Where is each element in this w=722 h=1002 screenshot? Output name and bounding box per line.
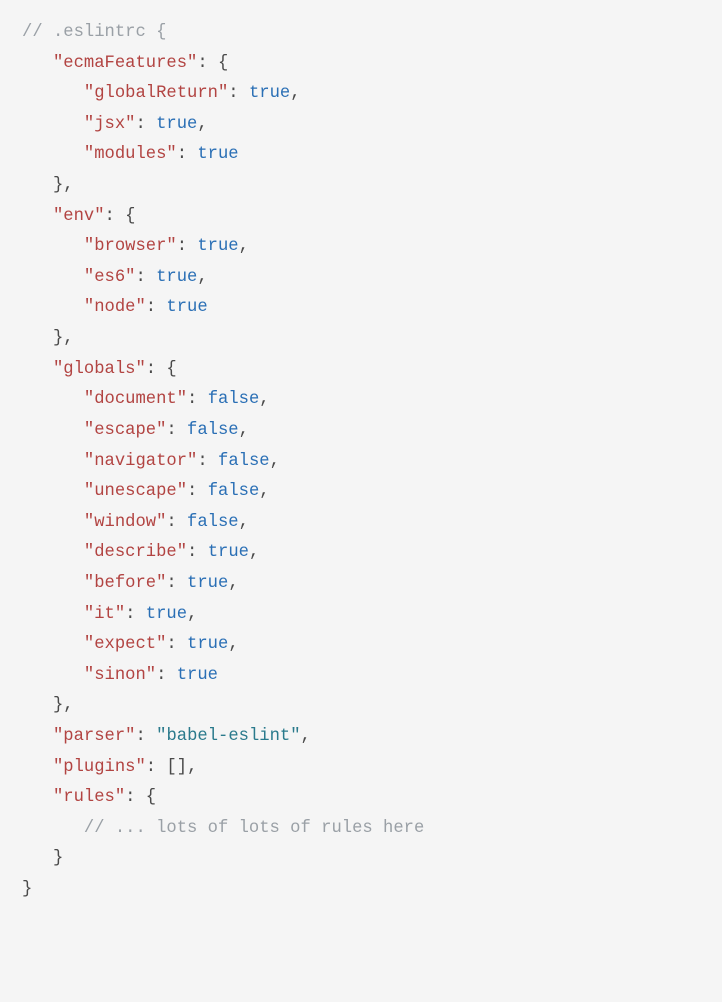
code-token: , <box>270 452 280 471</box>
code-token: "ecmaFeatures" <box>53 54 197 73</box>
code-token: : { <box>125 788 156 807</box>
code-token: , <box>228 574 238 593</box>
code-token: , <box>239 513 249 532</box>
code-token: }, <box>53 176 74 195</box>
code-token: : <box>166 635 187 654</box>
code-token: false <box>187 513 239 532</box>
code-token: "unescape" <box>84 482 187 501</box>
code-token: , <box>239 421 249 440</box>
code-token: // <box>22 23 53 42</box>
code-token: "browser" <box>84 237 177 256</box>
code-token: : <box>146 298 167 317</box>
code-token: "es6" <box>84 268 136 287</box>
code-token: , <box>290 84 300 103</box>
code-token: "jsx" <box>84 115 136 134</box>
code-token: : <box>187 390 208 409</box>
code-token: "globalReturn" <box>84 84 228 103</box>
code-token: } <box>22 880 32 899</box>
code-token: false <box>218 452 270 471</box>
code-token: , <box>259 390 269 409</box>
code-token: "plugins" <box>53 758 146 777</box>
code-token: : <box>156 666 177 685</box>
code-token: false <box>208 390 260 409</box>
code-token: "node" <box>84 298 146 317</box>
code-token: } <box>53 849 63 868</box>
code-token: , <box>187 758 197 777</box>
code-token: ... lots of lots of rules here <box>115 819 424 838</box>
code-token: false <box>187 421 239 440</box>
code-token: " <box>290 727 300 746</box>
code-token: : <box>177 145 198 164</box>
code-token: "document" <box>84 390 187 409</box>
code-token: , <box>197 115 207 134</box>
code-token: : <box>166 513 187 532</box>
code-token: .eslintrc <box>53 23 146 42</box>
code-token: : <box>187 482 208 501</box>
code-token: : <box>135 727 156 746</box>
code-token: "modules" <box>84 145 177 164</box>
code-token: "rules" <box>53 788 125 807</box>
code-token: , <box>187 605 197 624</box>
code-token: : <box>187 543 208 562</box>
code-token: // <box>84 819 115 838</box>
code-token: , <box>239 237 249 256</box>
code-token: : <box>197 452 218 471</box>
code-token: : <box>166 421 187 440</box>
code-token: "expect" <box>84 635 167 654</box>
code-token: }, <box>53 696 74 715</box>
code-token: : <box>125 605 146 624</box>
code-token: "describe" <box>84 543 187 562</box>
code-block: // .eslintrc { "ecmaFeatures": { "global… <box>0 0 722 924</box>
code-token: , <box>228 635 238 654</box>
code-token: true <box>146 605 187 624</box>
code-token: : { <box>105 207 136 226</box>
code-token: true <box>177 666 218 685</box>
code-token: : <box>135 268 156 287</box>
code-token: "env" <box>53 207 105 226</box>
code-token: babel-eslint <box>166 727 290 746</box>
code-token: : <box>135 115 156 134</box>
code-token: : { <box>197 54 228 73</box>
code-token: true <box>249 84 290 103</box>
code-token: "window" <box>84 513 167 532</box>
code-token: false <box>208 482 260 501</box>
code-token: true <box>156 115 197 134</box>
code-token: " <box>156 727 166 746</box>
code-token: "navigator" <box>84 452 197 471</box>
code-token: true <box>187 574 228 593</box>
code-token: "before" <box>84 574 167 593</box>
code-token: : <box>228 84 249 103</box>
code-token: "escape" <box>84 421 167 440</box>
code-token: true <box>197 237 238 256</box>
code-token: true <box>208 543 249 562</box>
code-token: : { <box>146 360 177 379</box>
code-token: true <box>156 268 197 287</box>
code-token: "globals" <box>53 360 146 379</box>
code-token: "parser" <box>53 727 136 746</box>
code-token: , <box>197 268 207 287</box>
code-token: : <box>166 574 187 593</box>
code-token: "it" <box>84 605 125 624</box>
code-token: }, <box>53 329 74 348</box>
code-token: [] <box>166 758 187 777</box>
code-token: , <box>259 482 269 501</box>
code-token: true <box>187 635 228 654</box>
code-token: , <box>249 543 259 562</box>
code-token: { <box>146 23 167 42</box>
code-token: : <box>146 758 167 777</box>
code-token: true <box>166 298 207 317</box>
code-token: true <box>197 145 238 164</box>
code-token: : <box>177 237 198 256</box>
code-token: , <box>301 727 311 746</box>
code-token: "sinon" <box>84 666 156 685</box>
